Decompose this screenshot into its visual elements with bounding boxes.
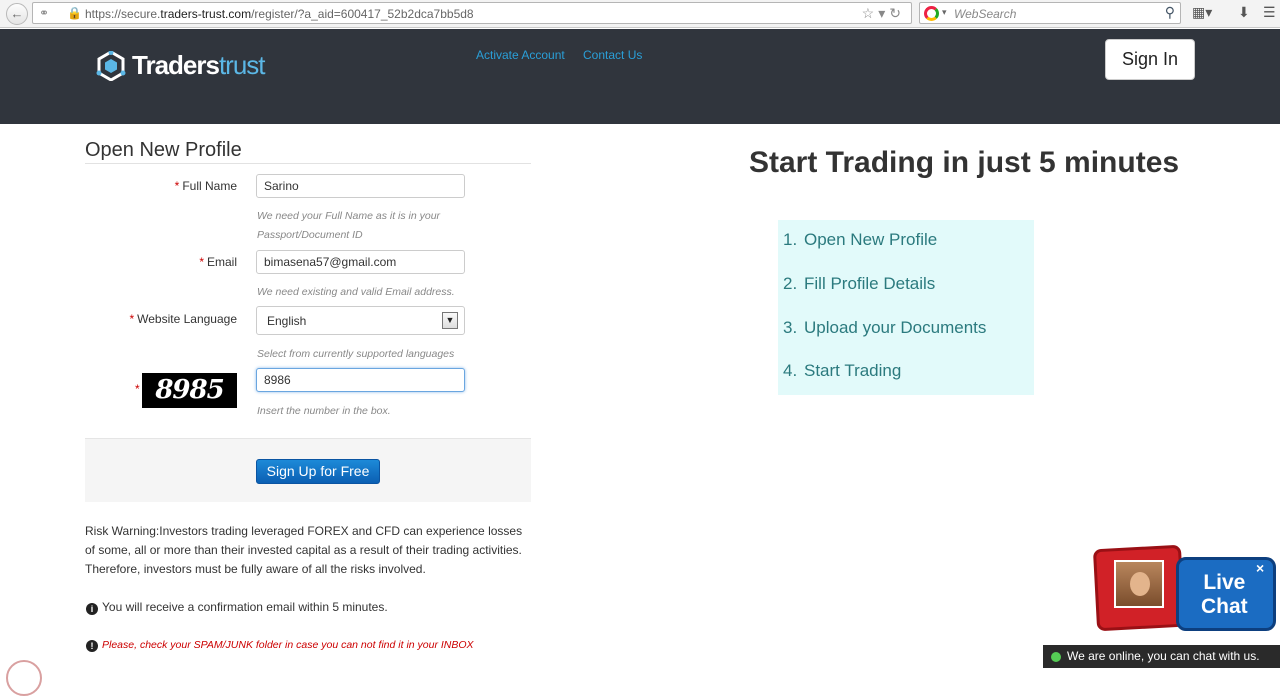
url-text: https://secure.traders-trust.com/registe… [85,7,474,21]
reload-icon[interactable]: ↻ [889,5,905,21]
step-item: 3. Upload your Documents [783,318,987,337]
download-icon[interactable]: ⬇ [1238,4,1250,21]
browser-toolbar: ← ⚭ 🔒 https://secure.traders-trust.com/r… [0,0,1280,28]
steps-list: 1. Open New Profile 2. Fill Profile Detail… [778,220,1034,395]
search-engine-icon[interactable] [924,6,939,21]
divider [85,163,531,164]
full-name-input[interactable]: Sarino [256,174,465,198]
corner-badge-icon [6,660,42,696]
language-label: * Website Language [129,312,237,326]
search-icon[interactable]: ⚲ [1165,4,1175,21]
risk-warning: Risk Warning:Investors trading leveraged… [85,524,523,576]
address-bar[interactable]: ⚭ 🔒 https://secure.traders-trust.com/reg… [32,2,912,24]
language-hint: Select from currently supported language… [257,348,455,360]
dropdown-arrow-icon[interactable]: ▼ [442,312,458,329]
email-hint: We need existing and valid Email address… [257,286,455,298]
captcha-hint: Insert the number in the box. [257,405,391,417]
email-label: * Email [199,255,237,269]
search-input[interactable]: WebSearch [954,7,1016,21]
captcha-input[interactable]: 8986 [256,368,465,392]
alert-icon: ! [86,640,98,652]
chat-agent-avatar[interactable] [1114,560,1164,608]
nav-activate-account[interactable]: Activate Account [476,48,565,62]
logo-icon [96,51,126,81]
search-bar[interactable]: ▾ WebSearch ⚲ [919,2,1181,24]
step-item: 4. Start Trading [783,361,902,380]
language-select[interactable]: English ▼ [256,306,465,335]
info-icon: i [86,603,98,615]
sign-up-button[interactable]: Sign Up for Free [256,459,380,484]
online-status-icon [1051,652,1061,662]
sign-in-button[interactable]: Sign In [1105,39,1195,80]
chevron-down-icon[interactable]: ▾ [942,7,947,18]
bookmarks-menu-icon[interactable]: ▦▾ [1192,4,1212,21]
menu-icon[interactable]: ☰ [1263,4,1276,21]
chat-status-text: We are online, you can chat with us. [1067,649,1260,663]
captcha-required-mark: * [135,382,140,396]
full-name-hint: We need your Full Name as it is in your … [257,210,441,241]
captcha-image: 8985 [142,373,237,408]
lock-icon: 🔒 [67,6,82,20]
spam-notice: ! Please, check your SPAM/JUNK folder in … [86,639,474,652]
close-icon[interactable]: × [1256,560,1264,576]
chevron-down-icon[interactable]: ▾ [878,5,889,21]
shield-icon: ⚭ [39,6,50,20]
chat-status-bar[interactable]: We are online, you can chat with us. [1043,645,1280,668]
hero-title: Start Trading in just 5 minutes [749,146,1180,179]
step-item: 1. Open New Profile [783,230,938,249]
live-chat-label[interactable]: Live Chat [1201,571,1248,619]
nav-contact-us[interactable]: Contact Us [583,48,642,62]
full-name-label: * Full Name [174,179,237,193]
back-icon[interactable]: ← [6,3,28,25]
email-input[interactable]: bimasena57@gmail.com [256,250,465,274]
star-icon[interactable]: ☆ [862,5,879,21]
step-item: 2. Fill Profile Details [783,274,936,293]
language-value: English [267,314,307,328]
logo[interactable]: Traderstrust [132,50,266,81]
form-title: Open New Profile [85,139,242,161]
confirmation-notice: i You will receive a confirmation email w… [86,600,388,615]
